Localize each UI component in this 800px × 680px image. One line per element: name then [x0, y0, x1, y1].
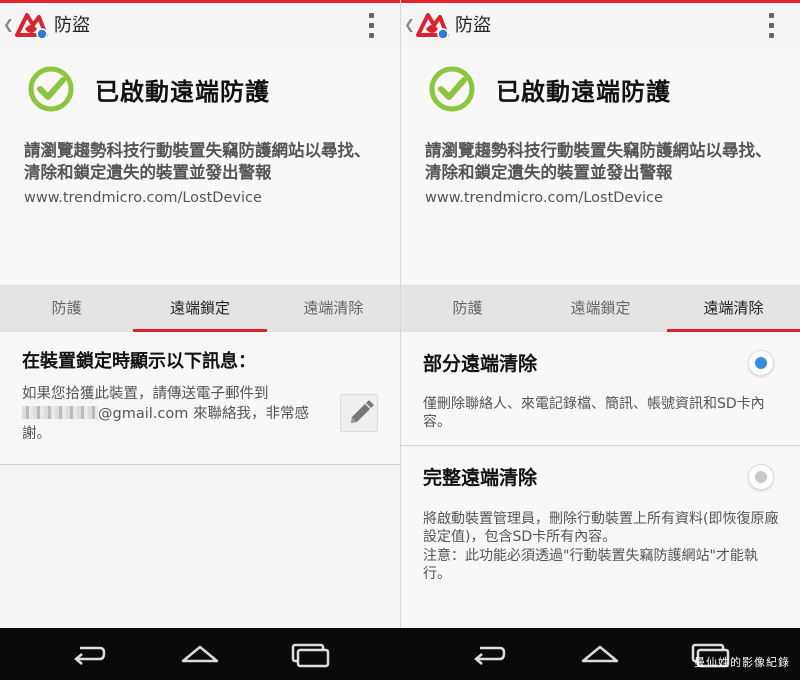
partial-wipe-option[interactable]: 部分遠端清除 僅刪除聯絡人、來電記錄檔、簡訊、帳號資訊和SD卡內容。: [401, 332, 800, 445]
edit-message-button[interactable]: [340, 394, 378, 432]
android-nav-bar: [0, 628, 800, 680]
nav-back-icon[interactable]: [70, 642, 106, 666]
partial-wipe-radio[interactable]: [748, 350, 774, 376]
partial-wipe-title: 部分遠端清除: [423, 353, 538, 375]
nav-home-icon[interactable]: [180, 642, 220, 666]
tab-remote-lock[interactable]: 遠端鎖定: [133, 285, 267, 332]
tab-protection[interactable]: 防護: [0, 285, 133, 332]
full-wipe-note: 注意：此功能必須透過"行動裝置失竊防護網站"才能執行。: [423, 548, 758, 582]
check-circle-icon: [429, 66, 475, 112]
protection-status-panel: 已啟動遠端防護 請瀏覽趨勢科技行動裝置失竊防護網站以尋找、清除和鎖定遺失的裝置並…: [0, 48, 400, 284]
check-circle-icon: [28, 66, 74, 112]
app-title: 防盜: [455, 15, 491, 36]
lock-message-section: 在裝置鎖定時顯示以下訊息： 如果您拾獲此裝置，請傳送電子郵件到 @gmail.c…: [0, 332, 400, 465]
redacted-email: [22, 406, 98, 419]
tab-protection[interactable]: 防護: [401, 285, 534, 332]
full-wipe-description: 將啟動裝置管理員，刪除行動裝置上所有資料(即恢復原廠設定值)，包含SD卡所有內容…: [423, 511, 779, 545]
radio-unselected-dot: [755, 471, 767, 483]
tab-remote-wipe[interactable]: 遠端清除: [667, 285, 800, 332]
overflow-menu-icon[interactable]: [769, 13, 774, 39]
trendmicro-logo-icon[interactable]: [414, 11, 450, 41]
nav-recents-icon[interactable]: [290, 642, 330, 668]
tab-bar: 防護 遠端鎖定 遠端清除: [401, 285, 800, 332]
lost-device-url: www.trendmicro.com/LostDevice: [24, 190, 262, 206]
nav-back-icon[interactable]: [470, 642, 506, 666]
trendmicro-logo-icon[interactable]: [13, 11, 49, 41]
status-description: 請瀏覽趨勢科技行動裝置失竊防護網站以尋找、清除和鎖定遺失的裝置並發出警報: [24, 141, 371, 182]
full-wipe-radio[interactable]: [748, 464, 774, 490]
screens: ❮ 防盜 已啟動遠端防護 請瀏覽趨勢科技行動裝置失竊防護網站以尋找、清除和鎖定遺…: [0, 0, 800, 628]
lost-device-url: www.trendmicro.com/LostDevice: [425, 190, 663, 206]
app-bar: ❮ 防盜: [401, 3, 800, 48]
partial-wipe-description: 僅刪除聯絡人、來電記錄檔、簡訊、帳號資訊和SD卡內容。: [423, 396, 765, 430]
radio-selected-dot: [755, 357, 767, 369]
lock-message-email: @gmail.com: [98, 406, 189, 422]
status-title: 已啟動遠端防護: [496, 78, 671, 106]
screen-remote-wipe: ❮ 防盜 已啟動遠端防護 請瀏覽趨勢科技行動裝置失竊防護網站以尋找、清除和鎖定遺…: [400, 0, 800, 628]
lock-message-line1: 如果您拾獲此裝置，請傳送電子郵件到: [22, 386, 269, 402]
nav-home-icon[interactable]: [580, 642, 620, 666]
screen-remote-lock: ❮ 防盜 已啟動遠端防護 請瀏覽趨勢科技行動裝置失竊防護網站以尋找、清除和鎖定遺…: [0, 0, 400, 628]
status-title: 已啟動遠端防護: [95, 78, 270, 106]
app-bar: ❮ 防盜: [0, 3, 400, 48]
lock-message-text: 如果您拾獲此裝置，請傳送電子郵件到 @gmail.com 來聯絡我，非常感謝。: [22, 384, 322, 444]
watermark: 曼仙姓的影像紀錄: [694, 656, 790, 669]
tab-remote-wipe[interactable]: 遠端清除: [267, 285, 400, 332]
full-wipe-title: 完整遠端清除: [423, 467, 538, 489]
protection-status-panel: 已啟動遠端防護 請瀏覽趨勢科技行動裝置失竊防護網站以尋找、清除和鎖定遺失的裝置並…: [401, 48, 800, 284]
full-wipe-option[interactable]: 完整遠端清除 將啟動裝置管理員，刪除行動裝置上所有資料(即恢復原廠設定值)，包含…: [401, 446, 800, 628]
tab-bar: 防護 遠端鎖定 遠端清除: [0, 285, 400, 332]
tab-remote-lock[interactable]: 遠端鎖定: [534, 285, 667, 332]
status-description: 請瀏覽趨勢科技行動裝置失竊防護網站以尋找、清除和鎖定遺失的裝置並發出警報: [425, 141, 772, 182]
overflow-menu-icon[interactable]: [369, 13, 374, 39]
lock-heading: 在裝置鎖定時顯示以下訊息：: [22, 351, 256, 372]
pencil-icon: [351, 400, 374, 423]
app-title: 防盜: [54, 15, 90, 36]
